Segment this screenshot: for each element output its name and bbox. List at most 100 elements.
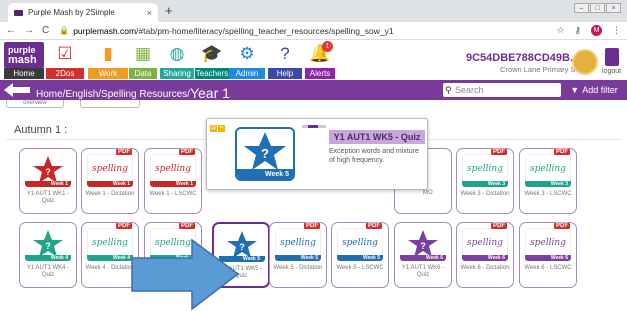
forward-icon[interactable]: → <box>24 25 34 36</box>
window-controls: – □ × <box>574 3 621 13</box>
nav-teachers-button[interactable]: Teachers <box>195 68 229 79</box>
card-label: Y1 AUT1 WK6 - Quiz <box>401 265 445 278</box>
resource-card[interactable]: ? Week 6 Y1 AUT1 WK6 - Quiz <box>394 222 452 288</box>
svg-text:?: ? <box>420 241 426 251</box>
popup-thumbnail[interactable]: ? Week 5 <box>235 127 295 181</box>
user-avatar[interactable] <box>572 49 598 75</box>
popup-tool-icon-1[interactable]: ▤ <box>210 125 217 132</box>
pdf-badge: PDF <box>554 149 570 155</box>
reload-icon[interactable]: C <box>42 25 49 36</box>
nav-data-button[interactable]: Data <box>129 68 157 79</box>
nav-alerts-button[interactable]: Alerts <box>305 68 335 79</box>
search-icon: ⚲ <box>445 85 452 95</box>
url-field[interactable]: purplemash.com/#tab/pm-home/literacy/spe… <box>73 26 393 36</box>
tab-title: Purple Mash by 2Simple <box>28 8 115 17</box>
resource-card[interactable]: ? Week 1 Y1 AUT1 WK1 - Quiz <box>19 148 77 214</box>
nav-admin-button[interactable]: Admin <box>229 68 265 79</box>
svg-text:spelling: spelling <box>92 164 128 174</box>
overview-label: overview <box>23 100 47 106</box>
profile-avatar[interactable]: M <box>591 25 602 36</box>
card-label: Week 5 - Dictation <box>273 265 323 271</box>
resource-card[interactable]: spelling Week 5 PDF Week 5 - Dictation <box>269 222 327 288</box>
logout-link[interactable]: logout <box>602 68 621 75</box>
card-week-label: Week 3 <box>487 181 505 187</box>
resource-preview-popup[interactable]: ▤ ✎ ? Week 5 Y1 AUT1 WK5 - Quiz Exceptio… <box>206 118 428 190</box>
close-window-icon[interactable]: × <box>606 3 621 13</box>
card-week-label: Week 5 <box>300 255 318 261</box>
nav-2dos-button[interactable]: 2Dos <box>46 68 84 79</box>
logo-line2: mash <box>8 54 37 66</box>
breadcrumb[interactable]: Home/English/Spelling Resources/Year 1 <box>36 84 230 101</box>
menu-dots-icon[interactable]: ⋮ <box>612 25 621 36</box>
resource-card[interactable]: spelling Week 1 PDF Week 1 - LSCWC <box>144 148 202 214</box>
svg-text:spelling: spelling <box>280 238 316 248</box>
add-filter-button[interactable]: ▼ Add filter <box>565 83 623 97</box>
address-bar: ← → C 🔒 purplemash.com/#tab/pm-home/lite… <box>0 22 627 39</box>
card-label: Week 3 - Dictation <box>460 191 510 197</box>
minimize-icon[interactable]: – <box>574 3 589 13</box>
breadcrumb-path[interactable]: Home/English/Spelling Resources/ <box>36 89 190 100</box>
card-week-label: Week 6 <box>550 255 568 261</box>
purple-mash-logo[interactable]: purple mash <box>4 42 44 68</box>
back-arrow-icon[interactable] <box>4 83 30 97</box>
resource-card[interactable]: spelling Week 3 PDF Week 3 - Dictation <box>456 148 514 214</box>
card-week-label: Week 6 <box>487 255 505 261</box>
popup-page-indicator <box>302 125 326 128</box>
card-label: Week 6 - Dictation <box>460 265 510 271</box>
back-icon[interactable]: ← <box>6 25 16 36</box>
close-tab-icon[interactable]: × <box>147 8 152 18</box>
resource-card[interactable]: ? Week 4 Y1 AUT1 WK4 - Quiz <box>19 222 77 288</box>
card-label: Y1 AUT1 WK1 - Quiz <box>26 191 70 204</box>
svg-text:?: ? <box>45 241 51 251</box>
resource-card[interactable]: spelling Week 1 PDF Week 1 - Dictation <box>81 148 139 214</box>
account-id: 9C54DBE788CD49B... <box>466 52 580 64</box>
maximize-icon[interactable]: □ <box>590 3 605 13</box>
bookmark-star-icon[interactable]: ☆ <box>556 25 564 36</box>
browser-tab-bar: Purple Mash by 2Simple × + – □ × <box>0 0 627 22</box>
logout-icon[interactable] <box>605 48 619 66</box>
resource-card[interactable]: spelling Week 6 PDF Week 6 - LSCWC <box>519 222 577 288</box>
app-header: purple mash Home ☑ 2Dos ▮ Work ▦ Data ◍ Sharing 🎓… <box>0 39 627 80</box>
favicon-icon <box>14 9 23 16</box>
nav-sharing-button[interactable]: Sharing <box>160 68 194 79</box>
nav-work-button[interactable]: Work <box>88 68 128 79</box>
card-label: Week 3 - LSCWC <box>524 191 572 197</box>
pdf-badge: PDF <box>116 223 132 229</box>
section-title: Autumn 1 : <box>14 124 68 136</box>
chart-icon[interactable]: ▦ <box>131 43 155 65</box>
breadcrumb-current: Year 1 <box>189 85 230 101</box>
key-icon[interactable]: ⚷ <box>574 25 581 36</box>
card-week-label: Week 1 <box>175 181 193 187</box>
svg-text:spelling: spelling <box>92 238 128 248</box>
popup-tool-icon-2[interactable]: ✎ <box>218 125 225 132</box>
graduation-cap-icon[interactable]: 🎓 <box>200 43 224 65</box>
lock-icon[interactable]: 🔒 <box>59 26 69 35</box>
app-root: Purple Mash by 2Simple × + – □ × ← → C 🔒… <box>0 0 627 311</box>
gear-icon[interactable]: ⚙ <box>235 43 259 65</box>
popup-title: Y1 AUT1 WK5 - Quiz <box>329 130 425 144</box>
pdf-badge: PDF <box>179 149 195 155</box>
nav-help-button[interactable]: Help <box>268 68 302 79</box>
resource-card[interactable]: spelling Week 5 PDF Week 5 - LSCWC <box>331 222 389 288</box>
card-label: Y1 AUT1 WK4 - Quiz <box>26 265 70 278</box>
browser-tab[interactable]: Purple Mash by 2Simple × <box>8 3 158 22</box>
svg-text:?: ? <box>261 146 269 161</box>
partial-card-label: MO <box>423 190 433 196</box>
search-input[interactable]: ⚲ Search <box>443 83 561 97</box>
folder-icon[interactable]: ▮ <box>96 43 120 65</box>
globe-icon[interactable]: ◍ <box>165 43 189 65</box>
resource-card[interactable]: spelling Week 6 PDF Week 6 - Dictation <box>456 222 514 288</box>
overview-card-stub[interactable]: overview <box>6 100 64 108</box>
add-filter-label: Add filter <box>582 85 618 95</box>
checklist-icon[interactable]: ☑ <box>53 43 77 65</box>
pdf-badge: PDF <box>304 223 320 229</box>
svg-text:?: ? <box>239 242 245 252</box>
new-tab-button[interactable]: + <box>165 3 173 18</box>
svg-text:spelling: spelling <box>342 238 378 248</box>
card-label: Week 4 - Dictation <box>85 265 135 271</box>
nav-home-button[interactable]: Home <box>4 68 44 79</box>
overview-card-stub-2[interactable] <box>80 100 140 108</box>
help-icon[interactable]: ? <box>273 43 297 65</box>
card-label: Week 5 - LSCWC <box>336 265 384 271</box>
resource-card[interactable]: spelling Week 3 PDF Week 3 - LSCWC <box>519 148 577 214</box>
